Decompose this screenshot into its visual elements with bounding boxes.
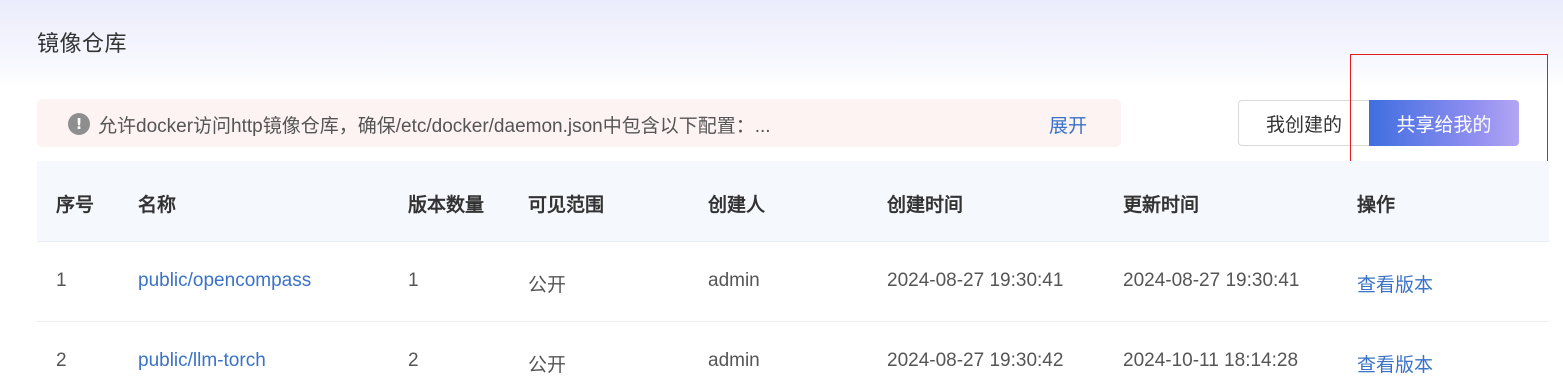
- view-versions-link[interactable]: 查看版本: [1357, 350, 1433, 377]
- repository-table: 序号 名称 版本数量 可见范围 创建人 创建时间 更新时间 操作 1 publi…: [37, 161, 1549, 387]
- updated-at: 2024-10-11 18:14:28: [1123, 350, 1299, 371]
- updated-at: 2024-08-27 19:30:41: [1123, 270, 1300, 291]
- notice-text: 允许docker访问http镜像仓库，确保/etc/docker/daemon.…: [98, 116, 771, 137]
- creator: admin: [708, 350, 760, 371]
- column-header-created-at: 创建时间: [887, 195, 964, 216]
- row-index: 2: [56, 350, 67, 371]
- version-count: 1: [408, 270, 419, 291]
- repository-name-link[interactable]: public/llm-torch: [138, 350, 266, 372]
- page-title: 镜像仓库: [37, 31, 128, 56]
- row-index: 1: [56, 270, 67, 291]
- exclamation-circle-icon: !: [68, 113, 90, 135]
- notice-expand-link[interactable]: 展开: [1049, 111, 1087, 138]
- visibility: 公开: [528, 355, 567, 376]
- column-header-visibility: 可见范围: [528, 195, 605, 216]
- column-header-index: 序号: [56, 195, 95, 216]
- view-versions-link[interactable]: 查看版本: [1357, 270, 1433, 297]
- table-row: 2 public/llm-torch 2 公开 admin 2024-08-27…: [37, 322, 1549, 387]
- repository-name-link[interactable]: public/opencompass: [138, 270, 311, 292]
- notice-banner: ! 允许docker访问http镜像仓库，确保/etc/docker/daemo…: [37, 99, 1121, 147]
- created-at: 2024-08-27 19:30:41: [887, 270, 1064, 291]
- column-header-name: 名称: [138, 195, 177, 216]
- column-header-updated-at: 更新时间: [1123, 195, 1200, 216]
- visibility: 公开: [528, 275, 567, 296]
- created-at: 2024-08-27 19:30:42: [887, 350, 1064, 371]
- column-header-creator: 创建人: [708, 195, 766, 216]
- creator: admin: [708, 270, 760, 291]
- version-count: 2: [408, 350, 419, 371]
- column-header-version-count: 版本数量: [408, 195, 485, 216]
- column-header-actions: 操作: [1357, 195, 1396, 216]
- table-header: 序号 名称 版本数量 可见范围 创建人 创建时间 更新时间 操作: [37, 161, 1549, 242]
- table-row: 1 public/opencompass 1 公开 admin 2024-08-…: [37, 242, 1549, 322]
- highlight-annotation: [1350, 54, 1548, 169]
- page-header: 镜像仓库: [0, 0, 1563, 90]
